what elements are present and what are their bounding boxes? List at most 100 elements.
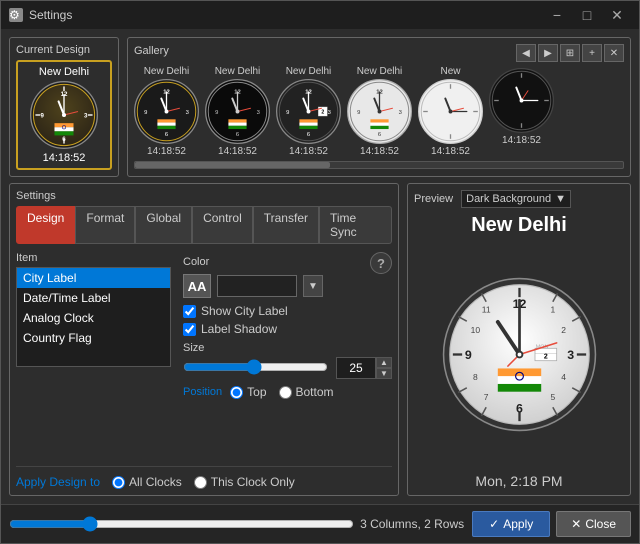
columns-slider[interactable] (9, 516, 354, 532)
gallery-label: Gallery (134, 45, 169, 57)
svg-text:3: 3 (567, 348, 574, 362)
color-dropdown-btn[interactable]: ▼ (303, 275, 323, 297)
gallery-next-btn[interactable]: ▶ (538, 44, 558, 62)
size-input[interactable] (336, 357, 376, 379)
svg-text:6: 6 (516, 401, 523, 415)
gallery-grid-btn[interactable]: ⊞ (560, 44, 580, 62)
position-bottom-radio[interactable] (279, 386, 292, 399)
gallery-scrollbar[interactable] (134, 161, 624, 169)
gallery-remove-btn[interactable]: ✕ (604, 44, 624, 62)
bottom-row: Settings Design Format Global Control Tr… (9, 183, 631, 496)
apply-this-clock-option: This Clock Only (194, 475, 295, 489)
preview-city: New Delhi (471, 214, 567, 237)
font-button[interactable]: AA (183, 274, 211, 298)
svg-text:9: 9 (464, 348, 471, 362)
close-button[interactable]: ✕ Close (556, 511, 631, 537)
maximize-button[interactable]: □ (573, 5, 601, 25)
gallery-prev-btn[interactable]: ◀ (516, 44, 536, 62)
close-label: Close (585, 517, 616, 531)
svg-text:2: 2 (543, 353, 547, 360)
gallery-clock-3: 12 3 6 9 2 (276, 79, 341, 144)
apply-all-clocks-option: All Clocks (112, 475, 182, 489)
gallery-item[interactable]: New Delhi 12 3 6 9 (134, 66, 199, 157)
gallery-item[interactable]: New Delhi 12 3 6 9 (205, 66, 270, 157)
action-buttons: ✓ Apply ✕ Close (472, 511, 631, 537)
close-window-button[interactable]: ✕ (603, 5, 631, 25)
position-bottom-option: Bottom (279, 385, 334, 399)
item-list[interactable]: City Label Date/Time Label Analog Clock … (16, 267, 171, 367)
bottom-bar: 3 Columns, 2 Rows ✓ Apply ✕ Close (1, 504, 639, 543)
svg-text:6: 6 (236, 132, 239, 138)
size-section: Size ▲ ▼ (183, 342, 392, 379)
position-label: Position (183, 386, 222, 398)
item-city-label[interactable]: City Label (17, 268, 170, 288)
settings-panel: Settings Design Format Global Control Tr… (9, 183, 399, 496)
label-shadow-checkbox[interactable] (183, 323, 196, 336)
position-bottom-label: Bottom (296, 385, 334, 399)
svg-text:7: 7 (483, 392, 488, 402)
svg-text:10: 10 (470, 324, 480, 334)
show-city-label-row: Show City Label (183, 304, 392, 318)
current-design-panel: Current Design New Delhi (9, 37, 119, 177)
svg-text:8: 8 (472, 372, 477, 382)
apply-button[interactable]: ✓ Apply (472, 511, 550, 537)
gallery-header: Gallery ◀ ▶ ⊞ + ✕ (134, 44, 624, 62)
size-slider[interactable] (183, 359, 328, 375)
gallery-panel: Gallery ◀ ▶ ⊞ + ✕ New Delhi (127, 37, 631, 177)
apply-this-clock-radio[interactable] (194, 476, 207, 489)
preview-header: Preview Dark Background ▼ (414, 190, 624, 208)
current-design-label: Current Design (16, 44, 112, 56)
gallery-item[interactable]: New Delhi 12 3 6 9 (347, 66, 412, 157)
preview-bg-dropdown[interactable]: Dark Background ▼ (461, 190, 571, 208)
titlebar-buttons: − □ ✕ (543, 5, 631, 25)
svg-text:9: 9 (215, 110, 218, 116)
apply-design-radio-group: All Clocks This Clock Only (112, 475, 295, 489)
tab-transfer[interactable]: Transfer (253, 206, 319, 244)
svg-text:3: 3 (84, 113, 88, 120)
tab-design[interactable]: Design (16, 206, 75, 244)
size-up-btn[interactable]: ▲ (376, 357, 392, 368)
tab-timesync[interactable]: Time Sync (319, 206, 392, 244)
position-top-option: Top (230, 385, 266, 399)
titlebar-left: ⚙ Settings (9, 8, 72, 22)
window-title: Settings (29, 8, 72, 22)
gallery-item[interactable]: New 14:18:52 (418, 66, 483, 157)
item-datetime-label[interactable]: Date/Time Label (17, 288, 170, 308)
show-city-label-checkbox[interactable] (183, 305, 196, 318)
svg-text:4: 4 (561, 372, 566, 382)
settings-label: Settings (16, 190, 392, 202)
preview-clock: 12 3 6 9 1 2 4 5 7 8 10 11 (442, 277, 597, 432)
color-box[interactable] (217, 275, 297, 297)
help-button[interactable]: ? (370, 252, 392, 274)
svg-text:2: 2 (561, 324, 566, 334)
top-row: Current Design New Delhi (9, 37, 631, 177)
position-radio-group: Top Bottom (230, 385, 333, 399)
color-label: Color (183, 256, 209, 268)
position-top-radio[interactable] (230, 386, 243, 399)
preview-panel: Preview Dark Background ▼ New Delhi (407, 183, 631, 496)
current-design-time: 14:18:52 (43, 152, 86, 164)
svg-text:9: 9 (144, 110, 147, 116)
preview-bg-option: Dark Background (466, 193, 551, 205)
chevron-down-icon: ▼ (555, 193, 566, 205)
apply-all-clocks-radio[interactable] (112, 476, 125, 489)
apply-design-row: Apply Design to All Clocks This Clock On… (16, 466, 392, 489)
color-section: Color ? AA ▼ Show City Label (183, 252, 392, 466)
svg-text:2: 2 (321, 109, 324, 115)
tab-control[interactable]: Control (192, 206, 253, 244)
preview-clock-wrap: 12 3 6 9 1 2 4 5 7 8 10 11 (442, 241, 597, 467)
tab-format[interactable]: Format (75, 206, 135, 244)
gallery-item[interactable]: New Delhi 12 3 6 9 2 (276, 66, 341, 157)
preview-time-text: Mon, 2:18 PM (475, 473, 562, 489)
svg-text:9: 9 (357, 110, 360, 116)
item-analog-clock[interactable]: Analog Clock (17, 308, 170, 328)
size-down-btn[interactable]: ▼ (376, 368, 392, 379)
item-country-flag[interactable]: Country Flag (17, 328, 170, 348)
gallery-add-btn[interactable]: + (582, 44, 602, 62)
position-row: Position Top Bottom (183, 385, 392, 399)
svg-text:6: 6 (378, 132, 381, 138)
apply-this-clock-label: This Clock Only (211, 475, 295, 489)
minimize-button[interactable]: − (543, 5, 571, 25)
gallery-item[interactable]: 14:18:52 (489, 66, 554, 157)
tab-global[interactable]: Global (135, 206, 192, 244)
